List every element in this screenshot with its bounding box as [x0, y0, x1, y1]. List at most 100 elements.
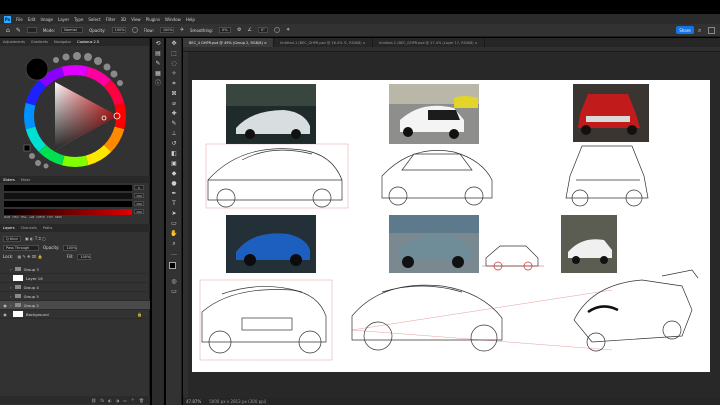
- pressure-size-icon[interactable]: [273, 27, 280, 33]
- menu-view[interactable]: View: [131, 17, 141, 22]
- tab-navigator[interactable]: Navigator: [54, 40, 71, 44]
- layer-opacity-field[interactable]: 100%: [63, 244, 78, 251]
- layer-row[interactable]: › Group 4: [0, 283, 150, 292]
- tab-gradients[interactable]: Gradients: [31, 40, 48, 44]
- mode-rgb[interactable]: RGB: [4, 215, 10, 219]
- fill-field[interactable]: 100%: [77, 253, 92, 260]
- menu-layer[interactable]: Layer: [58, 17, 69, 22]
- trash-icon[interactable]: 🗑: [139, 398, 144, 403]
- menu-type[interactable]: Type: [74, 17, 83, 22]
- doc-tab[interactable]: Untitled-2 (BEC_GHPR.psd @ 27.4% (Layer …: [373, 38, 485, 47]
- eyedropper-icon[interactable]: ⌀: [169, 100, 179, 108]
- doc-tab[interactable]: Untitled-1 (BEC_GHPR.psd @ 16.4% ©, RGB/…: [274, 38, 373, 47]
- chevron-right-icon[interactable]: ›: [10, 303, 12, 308]
- zoom-level[interactable]: 47.87%: [186, 399, 201, 404]
- blend-mode-select[interactable]: Pass Through: [3, 244, 39, 251]
- blur-icon[interactable]: ◆: [169, 170, 179, 178]
- layer-row-selected[interactable]: ◉ › Group 2: [0, 301, 150, 310]
- slider-brightness-value[interactable]: 100: [134, 201, 144, 206]
- crop-tool-icon[interactable]: ⌗: [169, 80, 179, 88]
- smoothing-field[interactable]: 0%: [218, 27, 231, 33]
- mask-icon[interactable]: ◐: [108, 398, 112, 403]
- mode-hsv[interactable]: HSV: [12, 215, 18, 219]
- brush-settings-icon[interactable]: ✎: [153, 60, 163, 68]
- slider-saturation[interactable]: [4, 193, 132, 199]
- quick-select-icon[interactable]: ✧: [169, 70, 179, 78]
- search-icon[interactable]: ⌕: [698, 27, 701, 35]
- dodge-icon[interactable]: ●: [169, 180, 179, 188]
- color-wheel[interactable]: [0, 48, 150, 174]
- history-icon[interactable]: ⟲: [153, 40, 163, 48]
- slider-saturation-value[interactable]: 100: [134, 193, 144, 198]
- more-tools-icon[interactable]: …: [169, 250, 179, 258]
- tab-mixer[interactable]: Mixer: [21, 178, 31, 182]
- chevron-right-icon[interactable]: ›: [10, 294, 12, 299]
- menu-help[interactable]: Help: [186, 17, 195, 22]
- brush-tool-icon[interactable]: ✎: [16, 27, 21, 34]
- brush-tool-icon[interactable]: ✎: [169, 120, 179, 128]
- shape-tool-icon[interactable]: ▭: [169, 220, 179, 228]
- workspace-icon[interactable]: [708, 27, 715, 34]
- menu-window[interactable]: Window: [165, 17, 181, 22]
- eye-icon[interactable]: ◉: [0, 303, 10, 308]
- comment-icon[interactable]: ▤: [153, 50, 163, 58]
- quick-mask-icon[interactable]: ◎: [169, 278, 179, 286]
- slider-hue[interactable]: [4, 185, 132, 191]
- filter-icons[interactable]: ▣ ◐ T ⌗ ▢: [25, 236, 46, 241]
- chevron-right-icon[interactable]: ›: [10, 267, 12, 272]
- menu-edit[interactable]: Edit: [28, 17, 36, 22]
- share-button[interactable]: Share: [676, 26, 694, 34]
- slider-brightness[interactable]: [4, 201, 132, 207]
- canvas[interactable]: [192, 80, 710, 372]
- move-tool-icon[interactable]: ✥: [169, 40, 179, 48]
- layer-row[interactable]: › Group 3: [0, 265, 150, 274]
- menu-3d[interactable]: 3D: [121, 17, 127, 22]
- gear-icon[interactable]: ⚙: [237, 27, 241, 33]
- pen-tool-icon[interactable]: ✒: [169, 190, 179, 198]
- tab-adjustments[interactable]: Adjustments: [3, 40, 25, 44]
- fx-icon[interactable]: fx: [100, 398, 104, 403]
- new-group-icon[interactable]: ▭: [123, 398, 127, 403]
- tab-paths[interactable]: Paths: [43, 226, 53, 230]
- tab-channels[interactable]: Channels: [21, 226, 37, 230]
- tab-coolorus[interactable]: Coolorus 2.5: [77, 40, 99, 44]
- screen-mode-icon[interactable]: ▭: [169, 288, 179, 296]
- brush-preset-picker[interactable]: [26, 27, 37, 33]
- new-layer-icon[interactable]: ＋: [131, 397, 135, 403]
- mode-lab[interactable]: LAB: [29, 215, 35, 219]
- menu-select[interactable]: Select: [88, 17, 100, 22]
- eraser-icon[interactable]: ◧: [169, 150, 179, 158]
- mode-yuv[interactable]: YUV: [47, 215, 53, 219]
- menu-file[interactable]: File: [16, 17, 23, 22]
- layer-row[interactable]: › Group 5: [0, 292, 150, 301]
- foreground-color-chip[interactable]: [169, 262, 176, 269]
- hand-tool-icon[interactable]: ✋: [169, 230, 179, 238]
- layer-row[interactable]: ◉ Background 🔒: [0, 310, 150, 319]
- mode-hsl[interactable]: HSL: [21, 215, 27, 219]
- mode-select[interactable]: Normal: [61, 27, 84, 33]
- lock-icons[interactable]: ▦ ✎ ✥ ⌧ 🔒: [17, 254, 42, 259]
- menu-plugins[interactable]: Plugins: [146, 17, 160, 22]
- zoom-tool-icon[interactable]: ⌕: [169, 240, 179, 248]
- tab-sliders[interactable]: Sliders: [3, 178, 15, 182]
- layer-row[interactable]: Layer 16: [0, 274, 150, 283]
- eye-icon[interactable]: ◉: [0, 312, 10, 317]
- angle-field[interactable]: 0°: [257, 27, 268, 33]
- healing-brush-icon[interactable]: ✚: [169, 110, 179, 118]
- type-tool-icon[interactable]: T: [169, 200, 179, 208]
- airbrush-icon[interactable]: ✈: [180, 27, 184, 33]
- mode-cmyk[interactable]: CMYK: [36, 215, 44, 219]
- frame-tool-icon[interactable]: ⊠: [169, 90, 179, 98]
- chevron-right-icon[interactable]: ›: [10, 285, 12, 290]
- clone-stamp-icon[interactable]: ⊥: [169, 130, 179, 138]
- symmetry-icon[interactable]: ✶: [286, 27, 290, 33]
- layer-kind-filter[interactable]: Q Kind: [3, 235, 21, 242]
- menu-filter[interactable]: Filter: [106, 17, 116, 22]
- pressure-opacity-icon[interactable]: [131, 27, 138, 33]
- info-icon[interactable]: ⓘ: [153, 80, 163, 88]
- flow-field[interactable]: 100%: [159, 27, 174, 33]
- home-icon[interactable]: ⌂: [6, 27, 10, 34]
- mode-sew[interactable]: SEW: [55, 215, 62, 219]
- doc-tab-active[interactable]: BEC_4 GHPR.psd @ 49% (Group 2, RGB/8) ×: [183, 38, 274, 47]
- marquee-tool-icon[interactable]: ⬚: [169, 50, 179, 58]
